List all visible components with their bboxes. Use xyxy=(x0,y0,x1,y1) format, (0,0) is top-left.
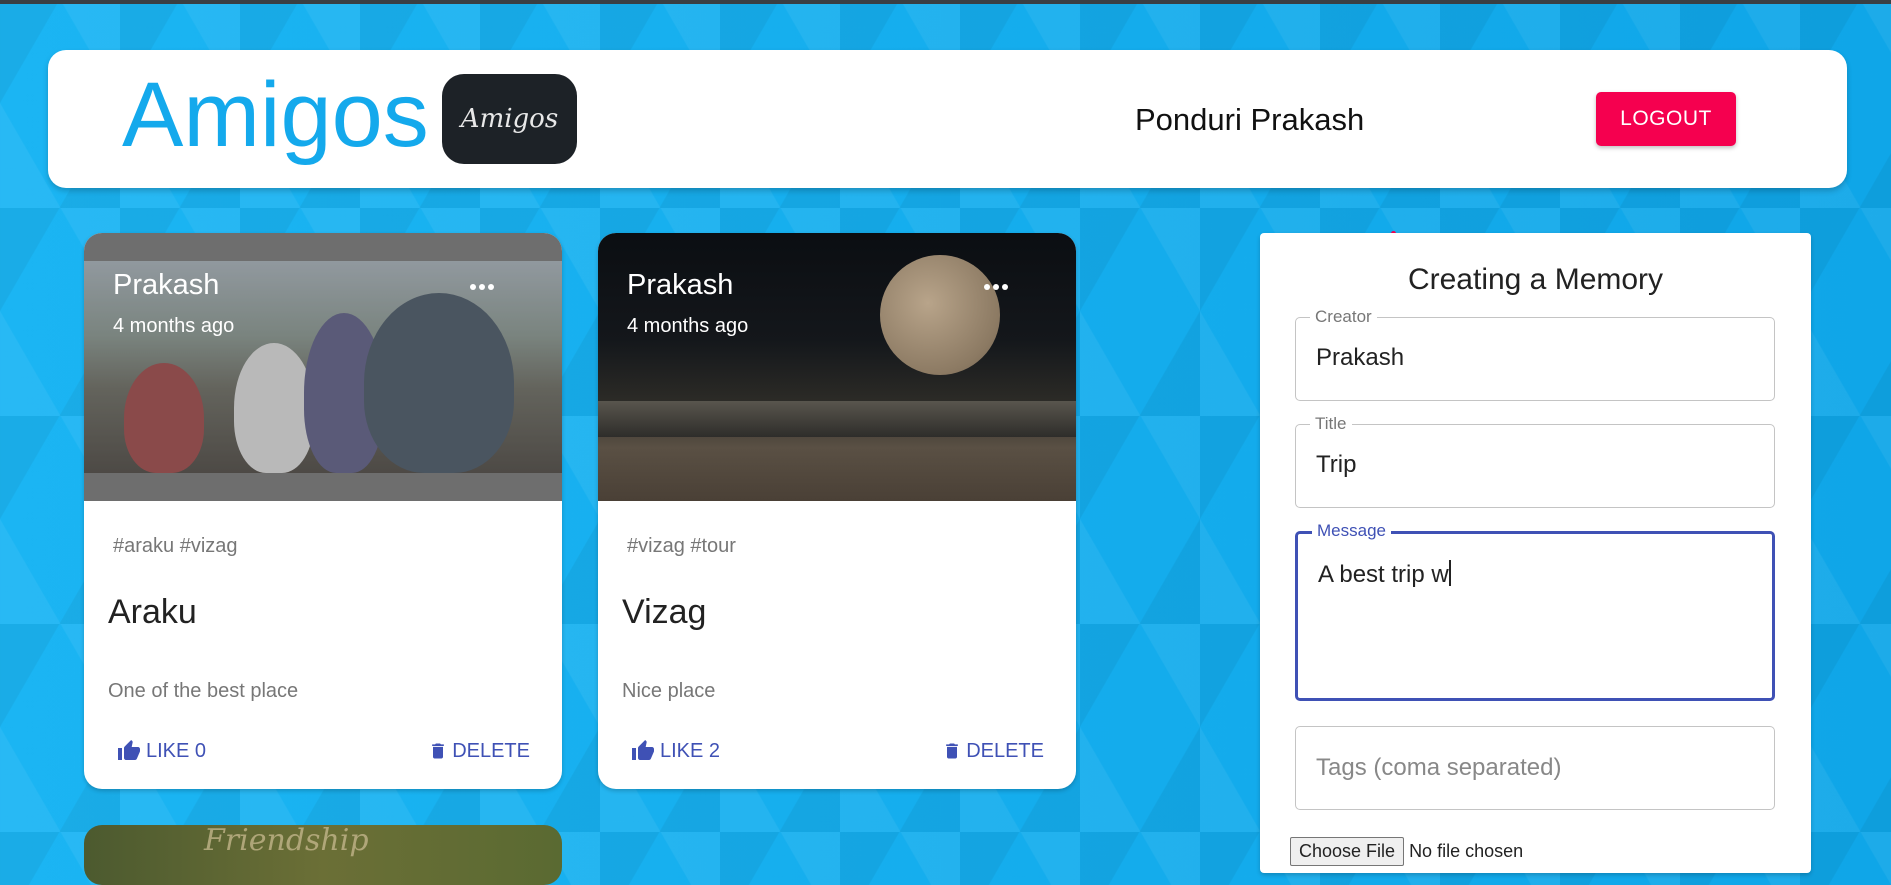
moon-shape xyxy=(880,255,1000,375)
post-title: Vizag xyxy=(622,593,707,631)
message-value: A best trip w xyxy=(1318,561,1449,588)
creator-value: Prakash xyxy=(1316,344,1405,371)
title-value: Trip xyxy=(1316,451,1357,478)
thumb-up-icon xyxy=(632,740,654,760)
trash-icon xyxy=(432,743,445,759)
post-creator: Prakash xyxy=(627,269,734,301)
file-status: No file chosen xyxy=(1409,841,1524,861)
creator-field[interactable]: Creator Prakash xyxy=(1295,307,1775,401)
tags-field[interactable]: Tags (coma separated) xyxy=(1295,726,1775,810)
app-bar: Amigos Amigos Ponduri Prakash LOGOUT xyxy=(48,50,1847,188)
message-label: Message xyxy=(1312,521,1391,541)
brand-logo: Amigos xyxy=(442,74,577,164)
more-icon[interactable] xyxy=(982,277,1022,297)
message-value-wrap: A best trip w xyxy=(1318,560,1451,589)
post-card: Prakash 4 months ago #araku #vizag Araku… xyxy=(84,233,562,789)
post-message: One of the best place xyxy=(108,680,299,702)
message-field[interactable]: Message A best trip w xyxy=(1295,521,1775,701)
title-field[interactable]: Title Trip xyxy=(1295,414,1775,508)
form-title: Creating a Memory xyxy=(1407,263,1664,296)
delete-button[interactable]: DELETE xyxy=(942,739,1044,763)
post-creator: Prakash xyxy=(113,269,220,301)
like-label: LIKE 2 xyxy=(660,739,721,762)
thumb-up-icon xyxy=(118,740,140,760)
like-button[interactable]: LIKE 2 xyxy=(630,739,720,763)
choose-file-button[interactable]: Choose File xyxy=(1290,837,1405,866)
like-button[interactable]: LIKE 0 xyxy=(116,739,206,763)
title-label: Title xyxy=(1310,414,1352,434)
delete-label: DELETE xyxy=(452,739,530,762)
like-label: LIKE 0 xyxy=(146,739,207,762)
post-card-peek: Friendship xyxy=(84,825,562,885)
post-time: 4 months ago xyxy=(113,315,235,337)
user-name: Ponduri Prakash xyxy=(1135,102,1365,137)
post-title: Araku xyxy=(108,593,197,631)
logout-button[interactable]: LOGOUT xyxy=(1596,92,1736,146)
memory-form: Creating a Memory Creator Prakash Title … xyxy=(1260,233,1811,873)
post-tags: #araku #vizag xyxy=(113,535,238,557)
post-card: Prakash 4 months ago #vizag #tour Vizag … xyxy=(598,233,1076,789)
more-icon[interactable] xyxy=(468,277,508,297)
text-caret xyxy=(1448,560,1451,586)
post-message: Nice place xyxy=(622,680,716,702)
creator-label: Creator xyxy=(1310,307,1377,327)
peek-image-text: Friendship xyxy=(204,825,369,858)
logo-text: Amigos xyxy=(460,104,559,134)
trash-icon xyxy=(946,743,959,759)
delete-label: DELETE xyxy=(966,739,1044,762)
delete-button[interactable]: DELETE xyxy=(428,739,530,763)
tags-placeholder: Tags (coma separated) xyxy=(1316,754,1562,781)
file-input[interactable]: Choose File No file chosen xyxy=(1290,837,1523,866)
post-tags: #vizag #tour xyxy=(627,535,736,557)
brand-title[interactable]: Amigos xyxy=(122,60,429,170)
browser-top-edge xyxy=(0,0,1891,4)
post-time: 4 months ago xyxy=(627,315,749,337)
